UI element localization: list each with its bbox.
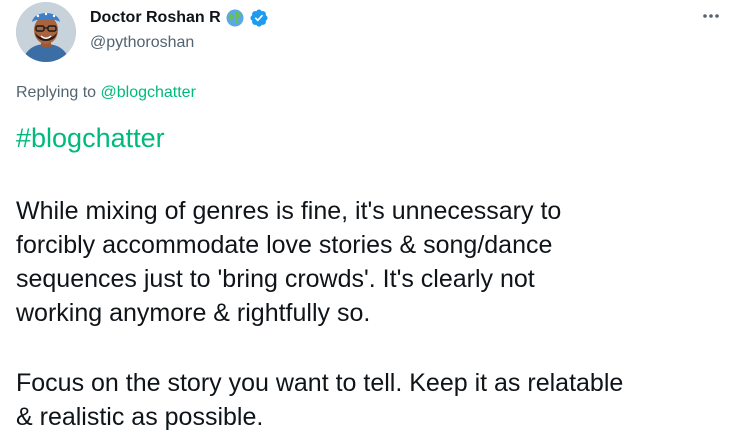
tweet-paragraph: While mixing of genres is fine, it's unn… [16,197,562,327]
display-name[interactable]: Doctor Roshan R [90,8,221,28]
verified-icon[interactable] [249,8,269,28]
name-row: Doctor Roshan R [90,8,269,28]
ellipsis-icon [703,14,719,18]
replying-to: Replying to @blogchatter [16,84,196,102]
replying-to-label: Replying to [16,84,101,101]
avatar[interactable] [16,2,76,62]
handle[interactable]: @pythoroshan [90,33,269,53]
avatar-image [16,2,76,62]
more-options-button[interactable] [696,4,726,28]
tweet: Doctor Roshan R @pythoroshan Replying to… [0,0,731,442]
author-block: Doctor Roshan R @pythoroshan [90,8,269,53]
hashtag-link[interactable]: #blogchatter [16,120,165,156]
tweet-paragraph: Focus on the story you want to tell. Kee… [16,369,624,431]
globe-icon [225,8,245,28]
reply-mention-link[interactable]: @blogchatter [101,84,196,101]
